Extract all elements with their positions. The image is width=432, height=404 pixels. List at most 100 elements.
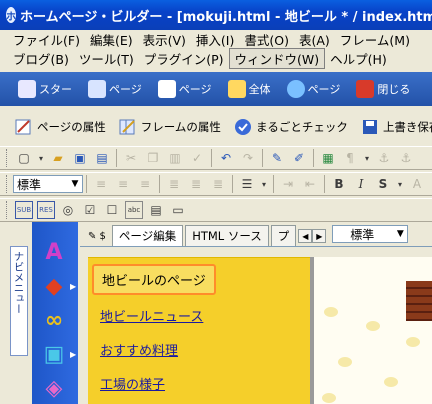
parts-icon[interactable]: ◆: [40, 272, 68, 300]
nav-link-factory[interactable]: 工場の様子: [100, 374, 165, 393]
select-list-icon[interactable]: ▭: [169, 201, 187, 219]
site-all-button[interactable]: 全体: [227, 80, 271, 98]
menu-edit[interactable]: 編集(E): [85, 30, 138, 49]
navigation-frame[interactable]: 地ビールのページ 地ビールニュース おすすめ料理 工場の様子: [88, 257, 310, 404]
menu-window[interactable]: ウィンドウ(W): [228, 48, 326, 69]
close-button[interactable]: 閉じる: [356, 80, 410, 98]
nav-link-recommended-food[interactable]: おすすめ料理: [100, 340, 178, 359]
expand-arrow-icon[interactable]: ▶: [70, 350, 76, 359]
redo-icon[interactable]: ↷: [239, 149, 257, 167]
page-properties-button[interactable]: ページの属性: [14, 117, 106, 137]
checkbox-icon[interactable]: ☑: [81, 201, 99, 219]
submit-button-icon[interactable]: SUB: [15, 201, 33, 219]
menu-plugin[interactable]: プラグイン(P): [139, 49, 229, 68]
paste-icon[interactable]: ▥: [166, 149, 184, 167]
editor-area: 地ビールのページ 地ビールニュース おすすめ料理 工場の様子: [80, 246, 432, 404]
dropdown-arrow-icon[interactable]: ▾: [260, 175, 268, 193]
link-chain-icon[interactable]: ∞: [40, 306, 68, 334]
dropdown-arrow-icon[interactable]: ▾: [396, 175, 404, 193]
menu-table[interactable]: 表(A): [294, 30, 335, 49]
save-all-icon[interactable]: ▤: [93, 149, 111, 167]
expand-arrow-icon[interactable]: ▶: [70, 282, 76, 291]
frame-properties-button[interactable]: フレームの属性: [118, 117, 221, 137]
justify-2-icon[interactable]: ≣: [187, 175, 205, 193]
menu-view[interactable]: 表示(V): [138, 30, 191, 49]
close-icon: [356, 80, 375, 98]
edit-page-icon[interactable]: ✎: [268, 149, 286, 167]
content-frame[interactable]: [314, 257, 432, 404]
nav-link-beer-page[interactable]: 地ビールのページ: [92, 264, 216, 295]
align-left-icon[interactable]: ≡: [92, 175, 110, 193]
tab-preview[interactable]: プ: [270, 225, 297, 246]
paragraph-style-select[interactable]: 標準 ▼: [13, 175, 83, 193]
pencil-icon[interactable]: ✎ $: [88, 231, 106, 242]
text-field-icon[interactable]: abc: [125, 201, 143, 219]
text-style-icon[interactable]: A: [40, 238, 68, 266]
page-button-3[interactable]: ページ: [286, 80, 340, 98]
menu-tools[interactable]: ツール(T): [74, 49, 139, 68]
page-button-1[interactable]: ページ: [88, 80, 142, 98]
navi-menu-tab[interactable]: ナビメニュー: [10, 246, 28, 356]
toolbar-grip[interactable]: [6, 149, 9, 167]
page-label-2: ページ: [178, 83, 212, 96]
new-file-icon[interactable]: ▢: [15, 149, 33, 167]
menu-frame[interactable]: フレーム(M): [335, 30, 415, 49]
justify-icon[interactable]: ≣: [165, 175, 183, 193]
anchor-2-icon[interactable]: ⚓: [397, 149, 415, 167]
copy-icon[interactable]: ❐: [144, 149, 162, 167]
dropdown-arrow-icon[interactable]: ▾: [363, 149, 371, 167]
full-check-button[interactable]: まるごとチェック: [233, 117, 348, 137]
save-icon[interactable]: ▣: [71, 149, 89, 167]
site-all-label: 全体: [248, 83, 271, 96]
standard-toolbar: ▢ ▾ ▰ ▣ ▤ ✂ ❐ ▥ ✓ ↶ ↷ ✎ ✐ ▦ ¶ ▾ ⚓ ⚓: [0, 146, 432, 170]
link-icon[interactable]: ¶: [341, 149, 359, 167]
align-center-icon[interactable]: ≡: [114, 175, 132, 193]
checkbox-2-icon[interactable]: ☐: [103, 201, 121, 219]
tab-page-edit[interactable]: ページ編集: [111, 225, 184, 246]
bold-icon[interactable]: B: [330, 175, 348, 193]
toolbar-grip[interactable]: [6, 201, 9, 219]
dropdown-arrow-icon[interactable]: ▾: [37, 149, 45, 167]
menu-blog[interactable]: ブログ(B): [8, 49, 74, 68]
close-label: 閉じる: [377, 83, 411, 96]
nav-link-beer-news[interactable]: 地ビールニュース: [100, 306, 203, 325]
strike-icon[interactable]: S: [374, 175, 392, 193]
text-color-icon[interactable]: A: [408, 175, 426, 193]
side-icon-strip: A ◆ ▶ ∞ ▣ ▶ ◈: [32, 222, 78, 404]
tab-html-source[interactable]: HTML ソース: [185, 225, 269, 246]
text-area-icon[interactable]: ▤: [147, 201, 165, 219]
page-button-2[interactable]: ページ: [157, 80, 212, 98]
list-icon[interactable]: ☰: [238, 175, 256, 193]
edit-page-2-icon[interactable]: ✐: [290, 149, 308, 167]
editor-tabs: ✎ $ ページ編集 HTML ソース プ ◀ ▶ 標準 ▼: [80, 222, 432, 246]
overwrite-save-button[interactable]: 上書き保存: [360, 117, 432, 137]
undo-icon[interactable]: ↶: [217, 149, 235, 167]
overwrite-save-label: 上書き保存: [382, 120, 432, 134]
menu-help[interactable]: ヘルプ(H): [325, 49, 392, 68]
menu-insert[interactable]: 挿入(I): [191, 30, 239, 49]
animation-icon[interactable]: ◈: [40, 374, 68, 402]
menu-file[interactable]: ファイル(F): [8, 30, 85, 49]
reset-button-icon[interactable]: RES: [37, 201, 55, 219]
tab-scroll-left-icon[interactable]: ◀: [298, 229, 313, 243]
radio-button-icon[interactable]: ◎: [59, 201, 77, 219]
standard-select[interactable]: 標準 ▼: [332, 225, 409, 243]
indent-icon[interactable]: ⇥: [279, 175, 297, 193]
start-button[interactable]: スター: [18, 80, 72, 98]
toolbar-grip[interactable]: [6, 175, 9, 193]
italic-icon[interactable]: I: [352, 175, 370, 193]
image-gallery-icon[interactable]: ▣: [40, 340, 68, 368]
outdent-icon[interactable]: ⇤: [301, 175, 319, 193]
title-bar: ホ ホームページ・ビルダー - [mokuji.html - 地ビール * / …: [0, 0, 432, 30]
image-icon[interactable]: ▦: [319, 149, 337, 167]
cut-icon[interactable]: ✂: [122, 149, 140, 167]
tab-scroll-right-icon[interactable]: ▶: [312, 229, 327, 243]
open-folder-icon[interactable]: ▰: [49, 149, 67, 167]
anchor-icon[interactable]: ⚓: [375, 149, 393, 167]
align-right-icon[interactable]: ≡: [136, 175, 154, 193]
justify-3-icon[interactable]: ≣: [209, 175, 227, 193]
page-label-1: ページ: [109, 83, 142, 96]
check-mark-icon[interactable]: ✓: [188, 149, 206, 167]
site-tree-icon: [227, 80, 246, 98]
menu-format[interactable]: 書式(O): [239, 30, 294, 49]
